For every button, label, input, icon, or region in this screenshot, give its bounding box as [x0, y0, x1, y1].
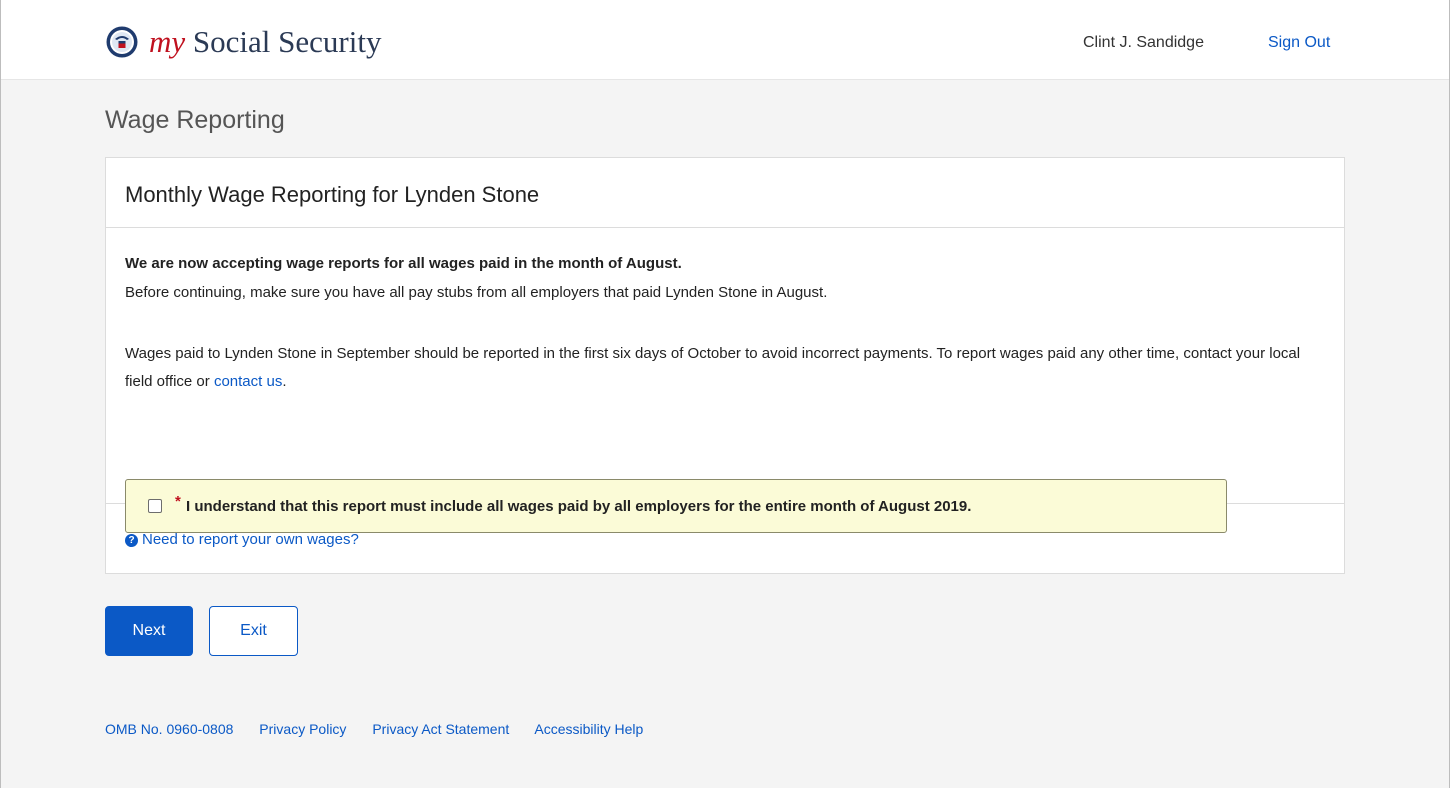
instructions-paragraph: Wages paid to Lynden Stone in September … [125, 340, 1330, 396]
page-title: Wage Reporting [105, 106, 285, 134]
ssa-seal-icon [106, 26, 138, 58]
question-circle-icon: ? [125, 534, 138, 547]
logo-my: my [149, 24, 186, 59]
own-wages-help-label: Need to report your own wages? [142, 531, 359, 548]
card-footer: ? Need to report your own wages? [106, 504, 1344, 573]
footer-link-accessibility[interactable]: Accessibility Help [534, 721, 643, 737]
logo-social-security: Social Security [185, 24, 382, 59]
card-title: Monthly Wage Reporting for Lynden Stone [106, 158, 1344, 228]
card-body: We are now accepting wage reports for al… [106, 228, 1344, 533]
instructions-period: . [282, 373, 287, 390]
exit-button[interactable]: Exit [209, 606, 298, 656]
contact-us-link[interactable]: contact us [214, 373, 282, 390]
next-button[interactable]: Next [105, 606, 193, 656]
intro-text: Before continuing, make sure you have al… [125, 284, 828, 301]
footer-link-privacy-policy[interactable]: Privacy Policy [259, 721, 346, 737]
sign-out-link[interactable]: Sign Out [1268, 34, 1330, 52]
footer-links: OMB No. 0960-0808 Privacy Policy Privacy… [105, 721, 665, 737]
footer-link-omb[interactable]: OMB No. 0960-0808 [105, 721, 233, 737]
intro-heading: We are now accepting wage reports for al… [125, 255, 682, 272]
own-wages-help-link[interactable]: ? Need to report your own wages? [125, 531, 359, 548]
top-header: my Social Security Clint J. Sandidge Sig… [1, 0, 1449, 80]
wage-reporting-card: Monthly Wage Reporting for Lynden Stone … [105, 157, 1345, 574]
instructions-text: Wages paid to Lynden Stone in September … [125, 345, 1301, 390]
user-name: Clint J. Sandidge [1083, 34, 1204, 51]
footer-link-privacy-act[interactable]: Privacy Act Statement [372, 721, 509, 737]
logo-wordmark[interactable]: my Social Security [149, 24, 381, 60]
